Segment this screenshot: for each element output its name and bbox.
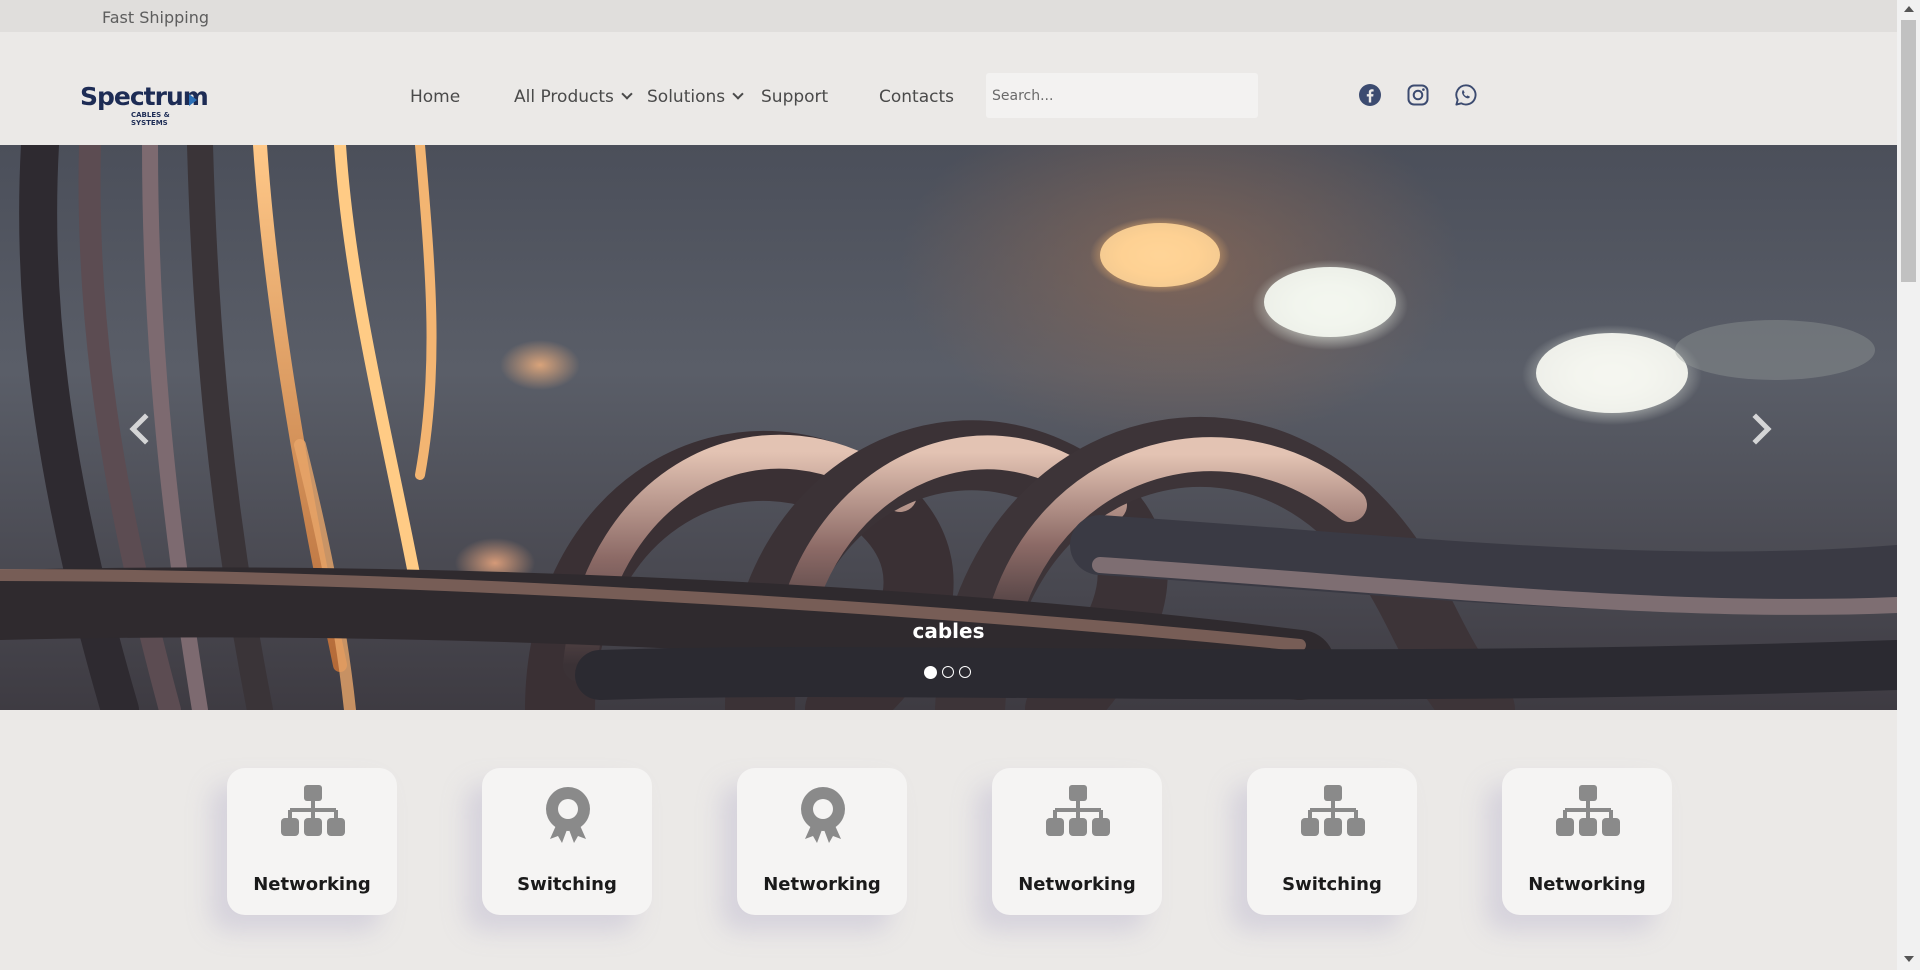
category-label: Switching <box>517 874 617 895</box>
carousel-dot-1[interactable] <box>924 666 937 679</box>
category-label: Networking <box>1528 874 1646 895</box>
search-input[interactable] <box>986 73 1258 118</box>
scrollbar-thumb[interactable] <box>1901 20 1916 282</box>
nav-solutions-label: Solutions <box>647 87 726 107</box>
announcement-text: Fast Shipping <box>102 8 210 27</box>
chevron-down-icon <box>621 88 633 100</box>
logo-arrow-icon <box>189 94 197 106</box>
nav-all-products[interactable]: All Products <box>514 87 633 107</box>
page-scrollbar[interactable] <box>1897 0 1920 970</box>
instagram-icon[interactable] <box>1406 83 1430 107</box>
category-card-1[interactable]: Networking <box>227 768 397 915</box>
carousel-indicators <box>924 666 971 680</box>
facebook-icon[interactable] <box>1358 83 1382 107</box>
nav-home-label: Home <box>410 87 461 107</box>
sitemap-icon <box>1046 785 1110 836</box>
nav-solutions[interactable]: Solutions <box>647 87 744 107</box>
hero-carousel: cables <box>0 145 1897 710</box>
category-label: Networking <box>1018 874 1136 895</box>
slide-caption: cables <box>912 619 985 643</box>
category-card-5[interactable]: Switching <box>1247 768 1417 915</box>
nav-all-products-label: All Products <box>514 87 614 107</box>
nav-contacts[interactable]: Contacts <box>879 87 954 107</box>
brand-logo[interactable]: Spectrum CABLES & SYSTEMS <box>80 82 209 127</box>
category-card-3[interactable]: Networking <box>737 768 907 915</box>
whatsapp-icon[interactable] <box>1454 83 1478 107</box>
nav-support-label: Support <box>761 87 829 107</box>
category-card-4[interactable]: Networking <box>992 768 1162 915</box>
nav-support[interactable]: Support <box>761 87 828 107</box>
scroll-down-arrow-icon[interactable] <box>1904 956 1914 962</box>
logo-tagline: CABLES & SYSTEMS <box>131 111 170 127</box>
category-label: Networking <box>763 874 881 895</box>
award-icon <box>801 787 845 843</box>
carousel-dot-3[interactable] <box>959 666 971 678</box>
chevron-down-icon <box>732 88 744 100</box>
award-icon <box>546 787 590 843</box>
category-card-2[interactable]: Switching <box>482 768 652 915</box>
category-label: Networking <box>253 874 371 895</box>
category-card-6[interactable]: Networking <box>1502 768 1672 915</box>
sitemap-icon <box>1301 785 1365 836</box>
sitemap-icon <box>1556 785 1620 836</box>
nav-home[interactable]: Home <box>410 87 460 107</box>
top-announcement-bar: Fast Shipping <box>0 0 1897 32</box>
carousel-dot-2[interactable] <box>942 666 954 678</box>
scroll-up-arrow-icon[interactable] <box>1904 6 1914 12</box>
category-label: Switching <box>1282 874 1382 895</box>
sitemap-icon <box>281 785 345 836</box>
nav-contacts-label: Contacts <box>879 87 954 107</box>
